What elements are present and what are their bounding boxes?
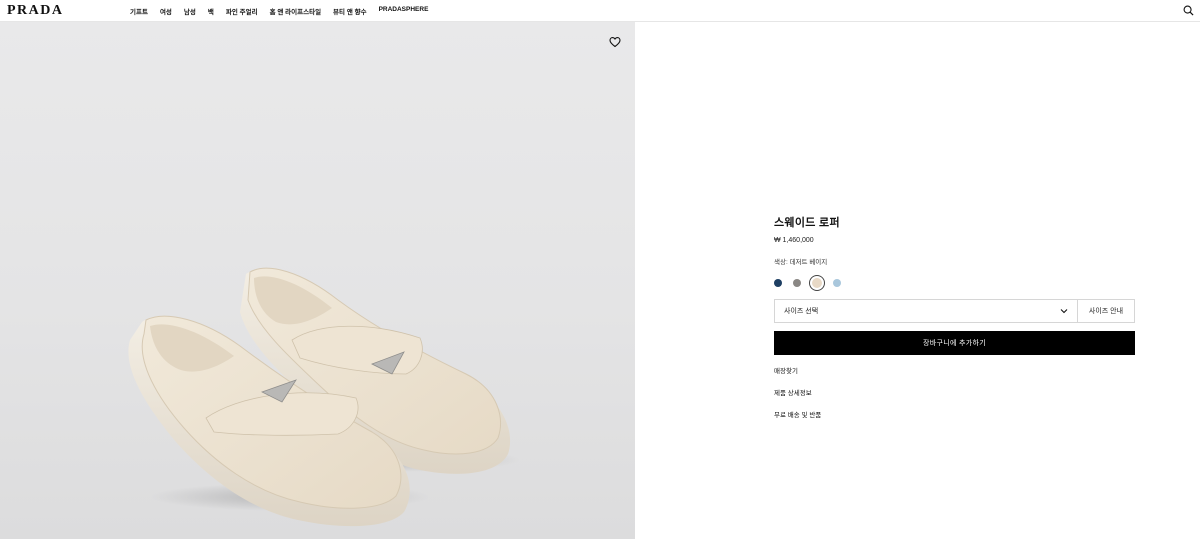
- swatch-light-blue[interactable]: [833, 279, 841, 287]
- nav-item-beauty-fragrance[interactable]: 뷰티 앤 향수: [333, 6, 367, 16]
- suede-loafers-image: [128, 267, 520, 527]
- top-navigation-bar: PRADA 기프트 여성 남성 백 파인 주얼리 홈 앤 라이프스타일 뷰티 앤…: [0, 0, 1200, 22]
- size-select-label: 사이즈 선택: [784, 308, 819, 315]
- product-image-area: [0, 22, 635, 539]
- add-to-cart-button[interactable]: 장바구니에 추가하기: [774, 331, 1135, 355]
- product-info-panel: 스웨이드 로퍼 ₩ 1,460,000 색상: 데저트 베이지 사이즈 선택 사…: [774, 214, 1135, 419]
- heart-icon[interactable]: [609, 36, 621, 48]
- store-locator-link[interactable]: 매장찾기: [774, 365, 1135, 375]
- nav-item-men[interactable]: 남성: [184, 6, 196, 16]
- size-row: 사이즈 선택 사이즈 안내: [774, 299, 1135, 323]
- nav-item-bags[interactable]: 백: [208, 6, 214, 16]
- nav-item-home-lifestyle[interactable]: 홈 앤 라이프스타일: [270, 6, 321, 16]
- swatch-grey[interactable]: [793, 279, 801, 287]
- shipping-returns-link[interactable]: 무료 배송 및 반품: [774, 409, 1135, 419]
- color-swatches: [774, 276, 1135, 290]
- product-price: ₩ 1,460,000: [774, 237, 814, 244]
- nav-item-pradasphere[interactable]: PRADASPHERE: [379, 6, 429, 16]
- swatch-navy[interactable]: [774, 279, 782, 287]
- nav-item-women[interactable]: 여성: [160, 6, 172, 16]
- chevron-down-icon: [1060, 309, 1068, 314]
- swatch-desert-beige[interactable]: [812, 278, 822, 288]
- size-select-dropdown[interactable]: 사이즈 선택: [775, 300, 1077, 322]
- main-nav: 기프트 여성 남성 백 파인 주얼리 홈 앤 라이프스타일 뷰티 앤 향수 PR…: [130, 6, 428, 16]
- color-label: 색상: 데저트 베이지: [774, 259, 828, 266]
- search-icon[interactable]: [1183, 5, 1194, 16]
- product-links: 매장찾기 제품 상세정보 무료 배송 및 반품: [774, 365, 1135, 419]
- size-guide-button[interactable]: 사이즈 안내: [1077, 300, 1134, 322]
- product-name: 스웨이드 로퍼: [774, 217, 840, 229]
- nav-item-fine-jewelry[interactable]: 파인 주얼리: [226, 6, 258, 16]
- nav-item-gifts[interactable]: 기프트: [130, 6, 148, 16]
- prada-logo[interactable]: PRADA: [7, 3, 64, 19]
- product-details-link[interactable]: 제품 상세정보: [774, 387, 1135, 397]
